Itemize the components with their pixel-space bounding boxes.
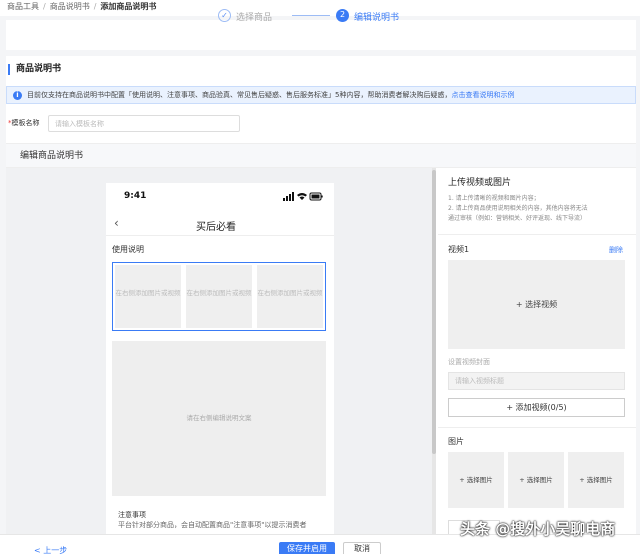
template-name-label-text: 模板名称 (11, 119, 40, 127)
step-1-check-icon: ✓ (218, 9, 231, 22)
back-arrow-icon[interactable]: ‹ (114, 216, 119, 230)
step-connector (292, 15, 330, 16)
notice-section-title: 注意事项 (118, 511, 146, 519)
previous-step-link[interactable]: < 上一步 (34, 545, 67, 554)
step-2-label: 编辑说明书 (354, 13, 400, 23)
select-image-button[interactable]: + 选择图片 (508, 452, 564, 508)
image-section-label: 图片 (448, 437, 464, 446)
panel-divider (438, 427, 636, 428)
video-title-input[interactable] (448, 372, 625, 390)
info-link[interactable]: 点击查看说明和示例 (451, 91, 514, 99)
signal-icon (283, 198, 285, 201)
save-and-enable-button[interactable]: 保存并启用 (279, 542, 335, 554)
info-text: 目前仅支持在商品说明书中配置「使用说明、注意事项、商品验真、常见售后疑惑、售后服… (27, 87, 514, 103)
breadcrumb: 商品工具 / 商品说明书 / 添加商品说明书 (0, 0, 640, 16)
usage-media-grid[interactable]: 在右侧添加图片或视频 在右侧添加图片或视频 在右侧添加图片或视频 (112, 262, 326, 331)
video-delete-link[interactable]: 删除 (609, 245, 623, 255)
usage-section-title: 使用说明 (112, 245, 144, 254)
notice-text: 平台针对部分商品，会自动配置商品"注意事项"以提示消费者 (118, 521, 307, 529)
select-image-button[interactable]: + 选择图片 (568, 452, 624, 508)
upload-tip: 2. 请上传商品使用说明相关的内容，其他内容将无法 (448, 205, 588, 212)
preview-scrollbar-thumb[interactable] (432, 170, 436, 454)
wifi-icon (297, 193, 307, 200)
usage-text-placeholder[interactable]: 请在右侧编辑说明文案 (112, 341, 326, 496)
panel-divider (438, 234, 636, 235)
phone-time: 9:41 (124, 191, 147, 201)
video-1-label: 视频1 (448, 245, 470, 254)
section-title: 商品说明书 (8, 64, 61, 75)
select-image-button[interactable]: + 选择图片 (448, 452, 504, 508)
breadcrumb-item-manual[interactable]: 商品说明书 (50, 2, 90, 11)
upload-tip: 1. 请上传清晰的视频和图片内容； (448, 195, 540, 202)
phone-divider (106, 235, 334, 236)
upload-tip: 通过审核（例如：营销相关、好评返现、线下导流） (448, 215, 587, 222)
phone-page-title: 买后必看 (196, 222, 236, 233)
phone-status-icons (283, 192, 323, 201)
media-slot: 在右侧添加图片或视频 (257, 265, 323, 328)
step-1-label: 选择商品 (236, 13, 273, 23)
edit-manual-header: 编辑商品说明书 (6, 143, 636, 168)
breadcrumb-item-tools[interactable]: 商品工具 (7, 2, 39, 11)
breadcrumb-item-current: 添加商品说明书 (100, 2, 157, 11)
step-indicator (6, 20, 636, 50)
info-icon: i (13, 91, 22, 100)
upload-panel-title: 上传视频或图片 (448, 178, 512, 188)
template-name-input[interactable] (48, 115, 240, 132)
media-slot: 在右侧添加图片或视频 (186, 265, 252, 328)
step-2-number: 2 (336, 9, 349, 22)
breadcrumb-separator: / (43, 2, 46, 11)
breadcrumb-separator: / (93, 2, 97, 11)
media-slot: 在右侧添加图片或视频 (115, 265, 181, 328)
info-message: 目前仅支持在商品说明书中配置「使用说明、注意事项、商品验真、常见售后疑惑、售后服… (27, 91, 452, 99)
add-video-button[interactable]: + 添加视频(0/5) (448, 398, 625, 417)
watermark: 头条 @搜外小吴聊电商 (460, 520, 616, 538)
template-name-label: *模板名称 (8, 118, 40, 128)
info-bar: i 目前仅支持在商品说明书中配置「使用说明、注意事项、商品验真、常见售后疑惑、售… (6, 86, 636, 104)
video-cover-label[interactable]: 设置视频封面 (448, 357, 490, 367)
select-video-button[interactable]: + 选择视频 (448, 260, 625, 349)
cancel-button[interactable]: 取消 (343, 542, 381, 554)
